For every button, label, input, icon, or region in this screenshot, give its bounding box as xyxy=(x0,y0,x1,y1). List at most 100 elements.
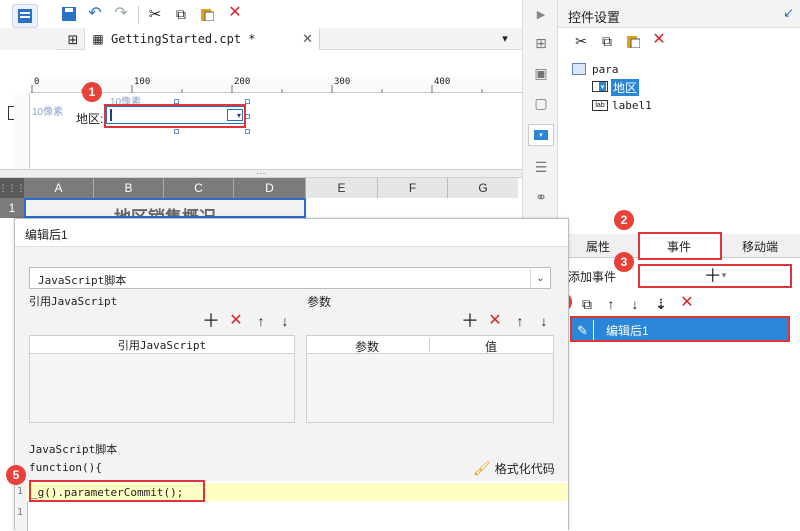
widget-settings-icon[interactable]: ▾ xyxy=(528,124,554,146)
ruler: 0 100 200 300 400 xyxy=(30,77,522,93)
tree-node-label1[interactable]: lab label1 xyxy=(592,98,672,114)
event-move-up-icon[interactable]: ↑ xyxy=(602,295,620,313)
event-delete-icon[interactable]: ✕ xyxy=(678,294,696,312)
column-label: G xyxy=(478,181,488,195)
highlight-region-combobox xyxy=(104,104,246,128)
tree-root-label[interactable]: para xyxy=(592,63,619,76)
tree-copy-icon[interactable]: ⧉ xyxy=(598,32,616,50)
widget-frame-icon[interactable]: ▢ xyxy=(532,94,550,112)
ruler-tick-400: 400 xyxy=(434,77,451,87)
toolbar-separator xyxy=(138,6,139,24)
side-icon-strip: ▶ ⊞ ▣ ▢ ▾ ☰ ⚭ xyxy=(522,0,558,218)
event-copy-icon[interactable]: ⧉ xyxy=(578,295,596,313)
top-toolbar: ↶ ↷ ✂ ⧉ ✕ xyxy=(0,0,522,28)
collapse-arrow-icon[interactable]: ▶ xyxy=(532,6,550,24)
params-delete-icon[interactable]: ✕ xyxy=(486,312,504,330)
ruler-tick-300: 300 xyxy=(334,77,351,87)
redo-icon[interactable]: ↷ xyxy=(112,5,130,23)
sheet-corner[interactable]: ⋮⋮⋮ xyxy=(0,178,26,198)
dialog-title-bar: 编辑后1 xyxy=(15,219,568,247)
widget-tree: para ▾ 地区 lab label1 xyxy=(572,60,792,120)
selection-handle[interactable] xyxy=(245,129,250,134)
tree-label-icon: lab xyxy=(592,100,608,111)
condition-attribute-icon[interactable]: ▣ xyxy=(532,64,550,82)
params-down-icon[interactable]: ↓ xyxy=(535,312,553,330)
undo-icon[interactable]: ↶ xyxy=(86,5,104,23)
column-header-b[interactable]: B xyxy=(94,178,164,198)
tree-node-region-label: 地区 xyxy=(611,79,640,96)
close-tab-icon[interactable]: ✕ xyxy=(302,31,313,47)
grid-toggle-icon[interactable]: ⊞ xyxy=(64,30,82,48)
event-list-item[interactable]: ✎ 编辑后1 xyxy=(570,316,790,342)
tree-cut-icon[interactable]: ✂ xyxy=(572,32,590,50)
dropdown-icon-arrow: ▾ xyxy=(599,82,606,91)
params-add-icon[interactable]: ＋ xyxy=(461,312,479,330)
ref-js-label: 引用JavaScript xyxy=(29,295,118,308)
dialog-title: 编辑后1 xyxy=(25,228,68,242)
copy-icon[interactable]: ⧉ xyxy=(172,5,190,23)
badge-5: 5 xyxy=(6,465,26,485)
event-list-area xyxy=(570,342,790,530)
ref-js-delete-icon[interactable]: ✕ xyxy=(227,312,245,330)
column-label: D xyxy=(265,181,274,195)
app-menu-icon[interactable] xyxy=(12,4,38,28)
event-move-down-icon[interactable]: ↓ xyxy=(626,295,644,313)
format-code-label: 格式化代码 xyxy=(494,461,555,476)
widget-settings-glyph: ▾ xyxy=(534,130,548,140)
params-table-header: 参数 值 xyxy=(307,336,553,354)
delete-icon[interactable]: ✕ xyxy=(226,4,244,22)
cell-attribute-icon[interactable]: ⊞ xyxy=(532,34,550,52)
script-type-value: JavaScript脚本 xyxy=(38,274,127,287)
script-type-select[interactable]: JavaScript脚本 ⌄ xyxy=(29,267,551,289)
add-event-label: 添加事件 xyxy=(568,270,617,284)
save-icon[interactable] xyxy=(60,5,78,23)
row-header-1[interactable]: 1 xyxy=(0,198,24,218)
tab-menu-icon[interactable]: ▾ xyxy=(496,30,514,48)
column-label: A xyxy=(54,181,63,195)
column-header-a[interactable]: A xyxy=(24,178,94,198)
vertical-ruler xyxy=(14,93,30,169)
ruler-tick-0: 0 xyxy=(34,77,40,87)
event-sort-icon[interactable]: ⇣ xyxy=(652,295,670,313)
tree-paste-icon[interactable] xyxy=(624,32,642,50)
panel-header: 控件设置 ↙ xyxy=(558,0,800,28)
tree-delete-icon[interactable]: ✕ xyxy=(650,31,668,49)
select-chevron-icon[interactable]: ⌄ xyxy=(530,268,550,288)
edit-pencil-icon: ✎ xyxy=(572,320,594,340)
params-column-divider xyxy=(429,338,430,352)
column-header-c[interactable]: C xyxy=(164,178,234,198)
ref-js-column-header: 引用JavaScript xyxy=(117,338,207,352)
panel-pin-icon[interactable]: ↙ xyxy=(783,5,794,21)
code-left-border xyxy=(27,501,28,531)
tab-mobile-label: 移动端 xyxy=(741,239,778,254)
code-gutter: 1 1 xyxy=(15,481,27,531)
column-header-e[interactable]: E xyxy=(306,178,378,198)
selection-handle[interactable] xyxy=(174,129,179,134)
ref-js-down-icon[interactable]: ↓ xyxy=(276,312,294,330)
column-header-f[interactable]: F xyxy=(378,178,448,198)
format-code-button[interactable]: 🖌 格式化代码 xyxy=(473,459,563,477)
tree-root-icon xyxy=(572,63,586,75)
column-header-g[interactable]: G xyxy=(448,178,518,198)
tab-gettingstarted[interactable]: ▦ GettingStarted.cpt * ✕ xyxy=(84,28,320,50)
widget-strip: lab ▾ ▤ ⊞ 123 ≡ ☰ ◉ ☑ txt ▦ ☰ › xyxy=(0,50,522,120)
data-column-icon[interactable]: ☰ xyxy=(532,158,550,176)
badge-1: 1 xyxy=(82,82,102,102)
ref-js-add-icon[interactable]: ＋ xyxy=(202,312,220,330)
tab-mobile[interactable]: 移动端 xyxy=(720,234,800,258)
merged-title-cell[interactable]: 地区销售概况 xyxy=(24,198,306,218)
highlight-code-line xyxy=(29,480,205,502)
params-up-icon[interactable]: ↑ xyxy=(511,312,529,330)
panel-splitter[interactable]: ··· xyxy=(0,169,522,178)
badge-2: 2 xyxy=(614,210,634,230)
tree-node-region[interactable]: ▾ 地区 xyxy=(592,78,656,96)
script-section-label: JavaScript脚本 xyxy=(29,443,118,456)
sheet-area: ⋮⋮⋮ A B C D E F G 1 地区销售概况 xyxy=(0,178,522,218)
ref-js-up-icon[interactable]: ↑ xyxy=(252,312,270,330)
cut-icon[interactable]: ✂ xyxy=(146,5,164,23)
hyperlink-icon[interactable]: ⚭ xyxy=(532,188,550,206)
column-label: C xyxy=(194,181,203,195)
paste-icon[interactable] xyxy=(198,5,216,23)
column-header-d[interactable]: D xyxy=(234,178,306,198)
field-label-region: 地区: xyxy=(76,112,104,126)
